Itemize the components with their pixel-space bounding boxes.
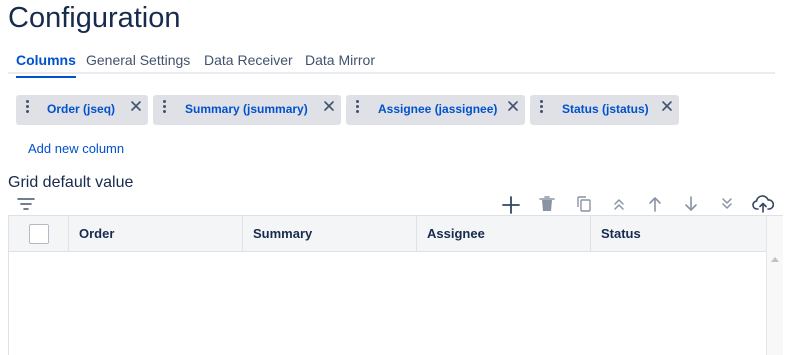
column-chip-summary[interactable]: Summary (jsummary) (153, 95, 341, 125)
column-header-summary[interactable]: Summary (243, 216, 417, 251)
tab-data-mirror[interactable]: Data Mirror (305, 51, 375, 69)
tab-data-receiver[interactable]: Data Receiver (204, 51, 293, 69)
close-icon[interactable] (660, 99, 674, 113)
drag-handle-icon[interactable] (162, 100, 168, 114)
column-chip-order[interactable]: Order (jseq) (16, 95, 148, 125)
select-all-checkbox[interactable] (29, 224, 49, 244)
column-header-label: Assignee (427, 226, 485, 241)
column-header-label: Summary (253, 226, 313, 241)
cloud-upload-icon[interactable] (752, 194, 774, 214)
add-new-column-link[interactable]: Add new column (28, 141, 124, 157)
double-chevron-down-icon[interactable] (720, 196, 734, 212)
tab-columns[interactable]: Columns (16, 51, 76, 78)
scroll-up-arrow-icon[interactable] (771, 257, 779, 262)
grid-default-value-label: Grid default value (8, 174, 134, 191)
column-header-assignee[interactable]: Assignee (417, 216, 591, 251)
grid-header: Order Summary Assignee Status (9, 216, 766, 252)
default-value-grid: Order Summary Assignee Status (8, 215, 783, 355)
copy-icon[interactable] (575, 195, 593, 213)
drag-handle-icon[interactable] (25, 100, 31, 114)
grid-scrollbar[interactable] (766, 216, 783, 355)
column-header-status[interactable]: Status (591, 216, 766, 251)
trash-icon[interactable] (538, 195, 556, 213)
plus-icon[interactable] (501, 195, 521, 215)
column-chip-assignee[interactable]: Assignee (jassignee) (346, 95, 525, 125)
column-chip-status[interactable]: Status (jstatus) (530, 95, 679, 125)
close-icon[interactable] (506, 99, 520, 113)
close-icon[interactable] (129, 99, 143, 113)
column-chip-label: Status (jstatus) (562, 102, 649, 116)
filter-icon[interactable] (17, 197, 35, 211)
drag-handle-icon[interactable] (539, 100, 545, 114)
column-chip-label: Order (jseq) (47, 102, 116, 116)
column-header-order[interactable]: Order (69, 216, 243, 251)
arrow-up-icon[interactable] (647, 195, 663, 213)
close-icon[interactable] (322, 99, 336, 113)
double-chevron-up-icon[interactable] (612, 196, 626, 212)
page-title: Configuration (8, 2, 181, 34)
column-chip-label: Summary (jsummary) (185, 102, 308, 116)
tab-general-settings[interactable]: General Settings (86, 51, 190, 69)
drag-handle-icon[interactable] (355, 100, 361, 114)
select-all-cell (9, 216, 69, 251)
arrow-down-icon[interactable] (683, 195, 699, 213)
column-chip-label: Assignee (jassignee) (378, 102, 498, 116)
column-header-label: Order (79, 226, 115, 241)
config-tabs: Columns General Settings Data Receiver D… (8, 46, 775, 78)
column-header-label: Status (601, 226, 641, 241)
